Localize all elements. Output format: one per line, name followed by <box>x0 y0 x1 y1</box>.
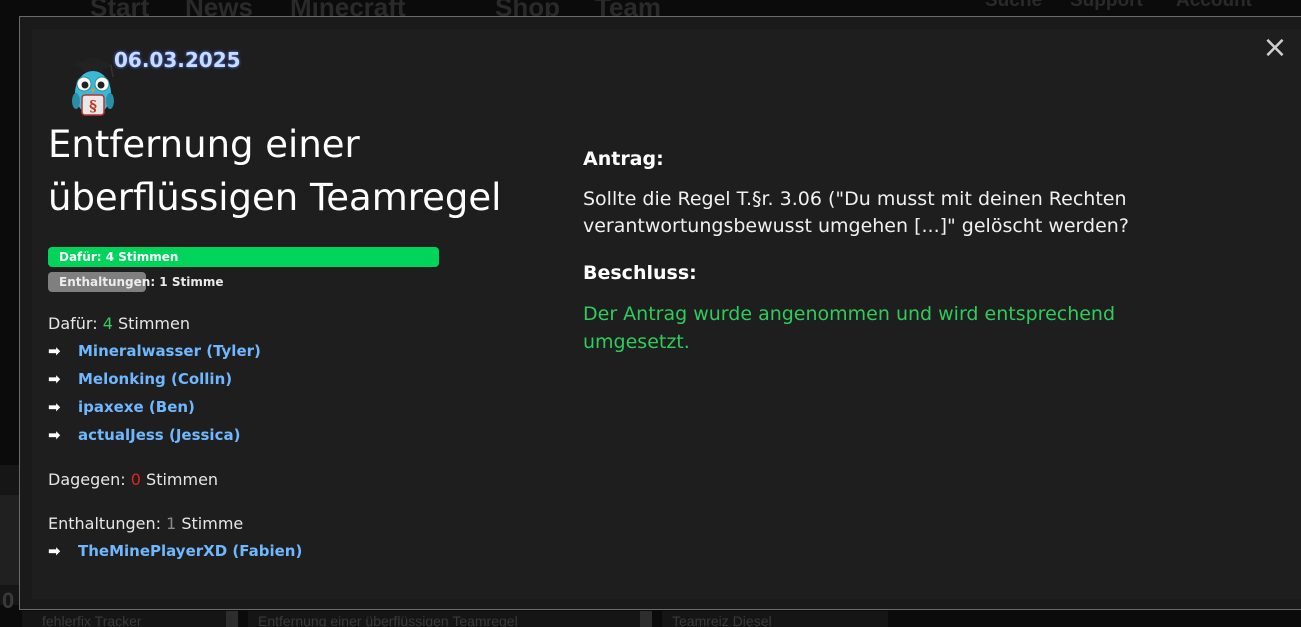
abstain-unit: Stimme <box>181 514 244 533</box>
nav-suche: Suche <box>985 0 1043 11</box>
voter-link[interactable]: ➡ ipaxexe (Ben) <box>48 398 195 416</box>
background-tab: Entfernung einer überflüssigen Teamregel <box>248 611 640 627</box>
antrag-text: Sollte die Regel T.§r. 3.06 ("Du musst m… <box>583 188 1129 237</box>
against-unit: Stimmen <box>146 470 219 489</box>
for-label: Dafür: <box>48 314 98 333</box>
voter-name[interactable]: ipaxexe (Ben) <box>78 398 195 416</box>
voter-name[interactable]: Melonking (Collin) <box>78 370 232 388</box>
arrow-right-icon: ➡ <box>48 542 61 560</box>
background-tab-gap <box>640 611 652 627</box>
abstain-votes-bar: Enthaltungen: 1 Stimme <box>48 272 223 292</box>
for-count: 4 <box>102 314 113 333</box>
vote-date: 06.03.2025 <box>114 48 241 72</box>
background-tab-gap <box>226 611 238 627</box>
voter-name[interactable]: Mineralwasser (Tyler) <box>78 342 261 360</box>
beschluss-text: Der Antrag wurde angenommen und wird ent… <box>583 303 1116 353</box>
background-tab: fehlerfix Tracker <box>22 611 226 627</box>
abstain-label: Enthaltungen: <box>48 514 161 533</box>
nav-account: Account <box>1176 0 1252 11</box>
voter-name[interactable]: TheMinePlayerXD (Fabien) <box>78 542 302 560</box>
background-sidebar-panel <box>0 495 20 585</box>
for-heading: Dafür: 4 Stimmen <box>48 314 190 333</box>
abstain-bar-label: Enthaltungen: <box>59 275 156 289</box>
owl-mascot-icon: § <box>72 57 114 116</box>
voter-link[interactable]: ➡ Mineralwasser (Tyler) <box>48 342 261 360</box>
vote-title: Entfernung einer überflüssigen Teamregel <box>48 123 502 219</box>
arrow-right-icon: ➡ <box>48 426 61 444</box>
voter-name[interactable]: actualJess (Jessica) <box>78 426 240 444</box>
vote-detail-modal: § 06.03.2025 × Entfernung einer überflüs… <box>19 16 1301 610</box>
voter-link[interactable]: ➡ TheMinePlayerXD (Fabien) <box>48 542 302 560</box>
nav-support: Support <box>1070 0 1143 11</box>
voter-link[interactable]: ➡ actualJess (Jessica) <box>48 426 240 444</box>
arrow-right-icon: ➡ <box>48 398 61 416</box>
voter-link[interactable]: ➡ Melonking (Collin) <box>48 370 232 388</box>
against-count: 0 <box>130 470 141 489</box>
antrag-heading: Antrag: <box>583 148 664 170</box>
arrow-right-icon: ➡ <box>48 370 61 388</box>
background-tab: Teamreiz Diesel <box>662 611 888 627</box>
for-unit: Stimmen <box>117 314 190 333</box>
against-label: Dagegen: <box>48 470 126 489</box>
svg-text:§: § <box>89 97 97 115</box>
against-heading: Dagegen: 0 Stimmen <box>48 470 218 489</box>
close-icon[interactable]: × <box>1261 32 1289 64</box>
arrow-right-icon: ➡ <box>48 342 61 360</box>
abstain-bar-count: 1 Stimme <box>155 275 224 289</box>
yes-votes-bar: Dafür: 4 Stimmen <box>48 247 439 267</box>
background-tabs: fehlerfix Tracker Entfernung einer überf… <box>0 611 1301 627</box>
abstain-heading: Enthaltungen: 1 Stimme <box>48 514 243 533</box>
abstain-count: 1 <box>166 514 177 533</box>
beschluss-heading: Beschluss: <box>583 262 697 284</box>
